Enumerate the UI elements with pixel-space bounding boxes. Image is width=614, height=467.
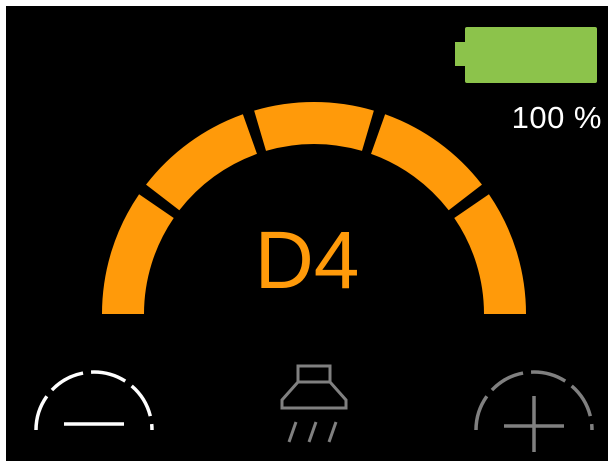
increase-button[interactable]: [468, 364, 600, 454]
gauge-segment-5: [454, 194, 526, 314]
gauge-segment-4: [371, 114, 482, 211]
plus-icon: [474, 370, 594, 452]
minus-icon: [34, 370, 154, 431]
gauge-segment-2: [146, 114, 257, 211]
gauge-segment-1: [102, 194, 174, 314]
hood-chimney: [296, 364, 332, 384]
hood-canopy: [280, 381, 348, 410]
power-level-label: D4: [254, 215, 360, 306]
extractor-hood-icon: [280, 364, 348, 443]
control-display: 100 % D4: [6, 6, 608, 461]
decrease-button[interactable]: [28, 364, 160, 436]
gauge-segment-3: [254, 101, 374, 151]
minus-icon-arc: [34, 370, 154, 431]
hood-mode-button[interactable]: [274, 364, 354, 454]
